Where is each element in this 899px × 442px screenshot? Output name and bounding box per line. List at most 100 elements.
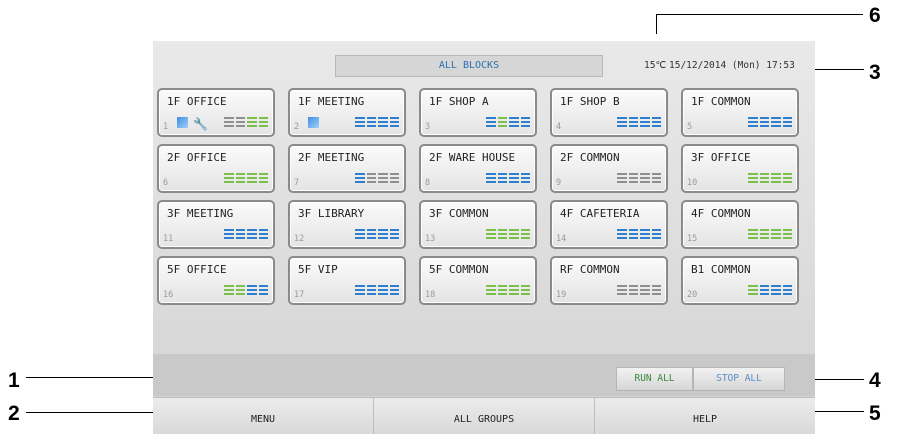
menu-button[interactable]: MENU [153, 398, 374, 434]
unit-status-segment [235, 117, 245, 119]
block-tile[interactable]: 3F COMMON 13 [419, 200, 537, 249]
unit-status-segment [378, 233, 388, 235]
unit-status-segment [782, 173, 792, 175]
run-all-button[interactable]: RUN ALL [616, 367, 693, 391]
block-tile[interactable]: 1F MEETING 2 [288, 88, 406, 137]
unit-status-segment [486, 173, 496, 175]
block-name: 1F SHOP B [560, 95, 620, 108]
block-tile[interactable]: 3F MEETING 11 [157, 200, 275, 249]
help-button[interactable]: HELP [595, 398, 815, 434]
unit-status-segment [224, 229, 234, 231]
unit-status-segment [651, 285, 661, 287]
unit-status-segment [378, 237, 388, 239]
block-name: 1F SHOP A [429, 95, 489, 108]
block-name: 3F LIBRARY [298, 207, 365, 220]
unit-status-segment [748, 125, 758, 127]
block-number: 3 [425, 122, 431, 132]
unit-status-segment [509, 121, 519, 123]
block-tile[interactable]: B1 COMMON 20 [681, 256, 799, 305]
unit-status-segment [389, 233, 399, 235]
unit-status-segment [247, 117, 257, 119]
unit-icon [177, 117, 188, 128]
block-number: 2 [294, 122, 300, 132]
block-tile[interactable]: 2F MEETING 7 [288, 144, 406, 193]
block-tile[interactable]: 1F COMMON 5 [681, 88, 799, 137]
unit-status-segment [782, 181, 792, 183]
stop-all-button[interactable]: STOP ALL [693, 367, 785, 391]
unit-status-segment [520, 117, 530, 119]
unit-status-segment [509, 229, 519, 231]
unit-status-segment [378, 173, 388, 175]
block-name: 5F COMMON [429, 263, 489, 276]
unit-status-segment [748, 237, 758, 239]
unit-status-segment [497, 173, 507, 175]
unit-status-segment [355, 229, 365, 231]
unit-status-segment [258, 177, 268, 179]
unit-status-segment [235, 173, 245, 175]
unit-status-segment [235, 125, 245, 127]
block-tile[interactable]: 2F COMMON 9 [550, 144, 668, 193]
unit-status-bars [486, 173, 530, 185]
block-name: 3F OFFICE [691, 151, 751, 164]
unit-status-segment [497, 177, 507, 179]
unit-status-segment [486, 229, 496, 231]
unit-status-segment [378, 285, 388, 287]
unit-status-bars [486, 285, 530, 297]
unit-status-segment [247, 177, 257, 179]
unit-status-segment [497, 121, 507, 123]
unit-status-segment [759, 229, 769, 231]
block-tile[interactable]: 1F SHOP B 4 [550, 88, 668, 137]
unit-status-segment [355, 181, 365, 183]
block-tile[interactable]: 5F VIP 17 [288, 256, 406, 305]
unit-status-segment [520, 289, 530, 291]
unit-status-segment [247, 125, 257, 127]
unit-status-segment [748, 181, 758, 183]
unit-status-segment [771, 229, 781, 231]
unit-status-bars [617, 173, 661, 185]
unit-status-segment [258, 229, 268, 231]
block-tile[interactable]: 4F COMMON 15 [681, 200, 799, 249]
unit-status-segment [748, 229, 758, 231]
all-groups-button[interactable]: ALL GROUPS [374, 398, 595, 434]
unit-status-segment [486, 121, 496, 123]
unit-status-segment [389, 285, 399, 287]
unit-status-bars [355, 117, 399, 129]
unit-status-segment [224, 181, 234, 183]
block-tile[interactable]: 3F LIBRARY 12 [288, 200, 406, 249]
unit-status-segment [782, 117, 792, 119]
unit-status-segment [378, 121, 388, 123]
block-number: 6 [163, 178, 169, 188]
block-tile[interactable]: 1F OFFICE 1 🔧 [157, 88, 275, 137]
unit-status-segment [759, 293, 769, 295]
block-tile[interactable]: 2F OFFICE 6 [157, 144, 275, 193]
unit-status-segment [628, 293, 638, 295]
unit-status-segment [628, 289, 638, 291]
unit-status-segment [651, 229, 661, 231]
block-tile[interactable]: 2F WARE HOUSE 8 [419, 144, 537, 193]
unit-status-segment [247, 289, 257, 291]
unit-status-segment [782, 229, 792, 231]
unit-status-segment [759, 117, 769, 119]
unit-status-segment [520, 293, 530, 295]
unit-status-segment [366, 117, 376, 119]
unit-status-segment [628, 125, 638, 127]
block-number: 5 [687, 122, 693, 132]
unit-status-segment [759, 125, 769, 127]
block-tile[interactable]: RF COMMON 19 [550, 256, 668, 305]
unit-status-segment [509, 293, 519, 295]
block-tile[interactable]: 5F OFFICE 16 [157, 256, 275, 305]
unit-status-segment [486, 293, 496, 295]
unit-status-bars [617, 117, 661, 129]
unit-status-segment [486, 181, 496, 183]
unit-status-segment [771, 125, 781, 127]
block-tile[interactable]: 5F COMMON 18 [419, 256, 537, 305]
unit-status-segment [640, 285, 650, 287]
block-tile[interactable]: 4F CAFETERIA 14 [550, 200, 668, 249]
block-name: 4F COMMON [691, 207, 751, 220]
menu-bar: MENU ALL GROUPS HELP [153, 397, 815, 434]
block-tile[interactable]: 1F SHOP A 3 [419, 88, 537, 137]
unit-status-segment [759, 121, 769, 123]
unit-status-segment [628, 229, 638, 231]
block-tile[interactable]: 3F OFFICE 10 [681, 144, 799, 193]
wrench-icon: 🔧 [193, 117, 208, 131]
